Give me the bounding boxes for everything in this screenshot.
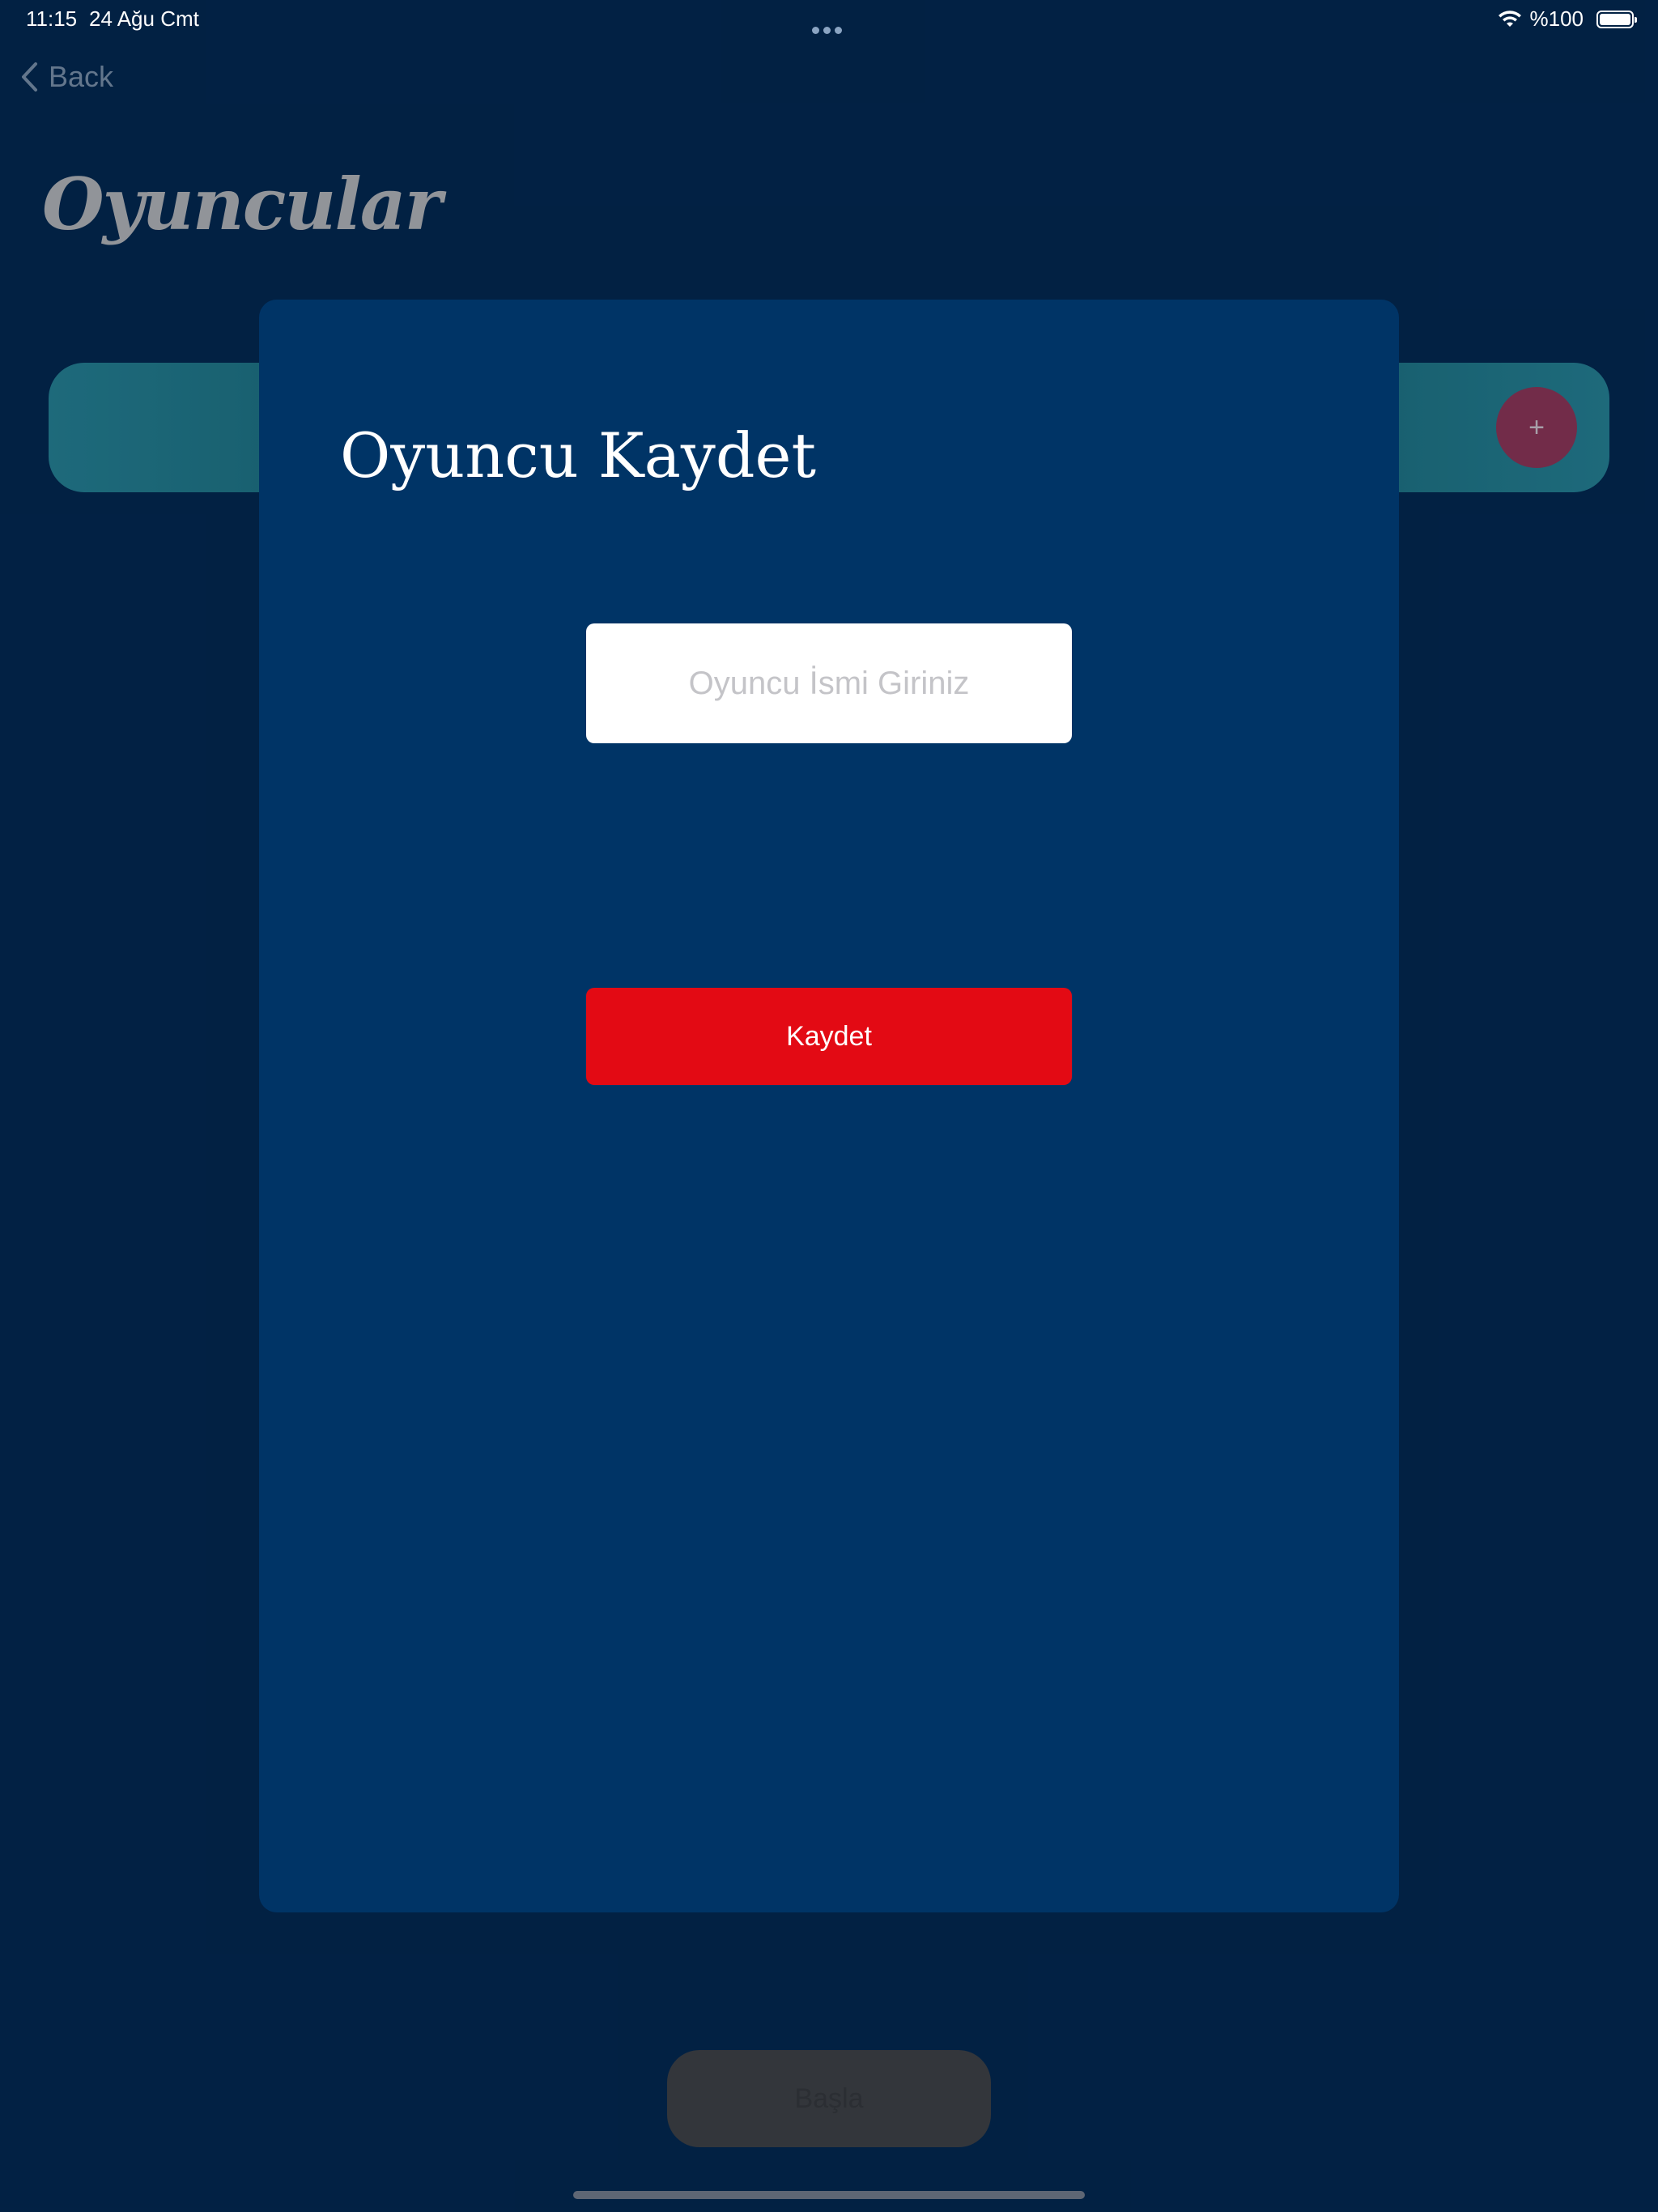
status-indicators: %100 [1498,6,1637,32]
back-label: Back [49,60,114,93]
battery-percent: %100 [1529,6,1584,31]
back-button[interactable]: Back [19,60,113,94]
player-name-input[interactable] [586,623,1072,743]
chevron-left-icon [22,62,37,91]
wifi-icon [1498,10,1521,27]
start-button[interactable]: Başla [667,2050,991,2147]
battery-icon [1596,10,1637,28]
add-player-button[interactable]: + [1496,387,1577,468]
multitasking-dots-icon[interactable] [812,15,848,34]
screen: 11:15 24 Ağu Cmt %100 Back Oyuncular + B… [0,0,1658,2212]
modal-title: Oyuncu Kaydet [340,419,816,491]
home-indicator[interactable] [573,2191,1085,2199]
page-title: Oyuncular [42,162,442,246]
status-date: 24 Ağu Cmt [89,6,199,31]
status-time: 11:15 [26,6,78,31]
status-bar: 11:15 24 Ağu Cmt %100 [0,0,1658,39]
save-player-modal: Oyuncu Kaydet Kaydet [259,300,1399,1912]
save-button[interactable]: Kaydet [586,988,1072,1085]
